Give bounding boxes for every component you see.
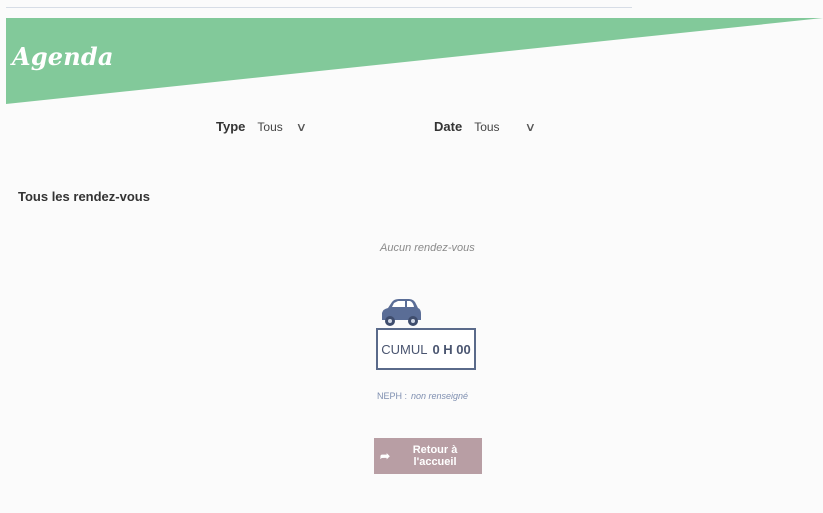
empty-message: Aucun rendez-vous bbox=[380, 242, 475, 254]
header-banner bbox=[0, 0, 823, 110]
agenda-page: Agenda Type Tous ∨ Date Tous ∨ Tous les … bbox=[0, 0, 823, 513]
neph-info: NEPH : non renseigné bbox=[377, 391, 468, 401]
cumul-counter: CUMUL 0 H 00 bbox=[376, 328, 476, 370]
date-select-value: Tous bbox=[474, 119, 500, 134]
chevron-down-icon: ∨ bbox=[295, 119, 307, 134]
type-filter: Type Tous ∨ bbox=[216, 119, 307, 134]
date-select[interactable]: Tous ∨ bbox=[474, 119, 536, 134]
type-filter-label: Type bbox=[216, 119, 246, 134]
cumul-value: 0 H 00 bbox=[432, 341, 471, 357]
type-select[interactable]: Tous ∨ bbox=[257, 119, 307, 134]
chevron-down-icon: ∨ bbox=[524, 119, 536, 134]
home-button[interactable]: ➦ Retour à l'accueil bbox=[374, 438, 482, 474]
cumul-label: CUMUL bbox=[381, 341, 428, 357]
car-icon bbox=[379, 296, 423, 328]
page-title: Agenda bbox=[12, 42, 114, 71]
home-button-label: Retour à l'accueil bbox=[412, 444, 458, 468]
date-filter-label: Date bbox=[434, 119, 463, 134]
type-select-value: Tous bbox=[257, 119, 283, 134]
share-arrow-icon: ➦ bbox=[380, 449, 391, 463]
neph-value: non renseigné bbox=[411, 391, 469, 401]
section-title: Tous les rendez-vous bbox=[18, 189, 150, 204]
date-filter: Date Tous ∨ bbox=[434, 119, 536, 134]
neph-label: NEPH : bbox=[377, 391, 408, 401]
